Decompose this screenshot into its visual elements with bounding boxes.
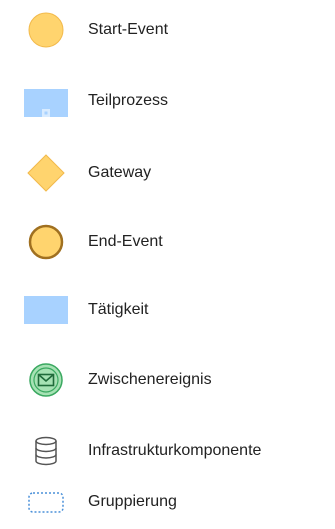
legend-item-group: Gruppierung <box>0 477 335 527</box>
start-event-icon <box>28 12 64 48</box>
legend-item-subprocess: Teilprozess <box>0 76 335 126</box>
legend-item-intermediate-event: Zwischenereignis <box>0 355 335 405</box>
legend-label-intermediate-event: Zwischenereignis <box>88 371 212 388</box>
activity-icon <box>24 296 68 324</box>
legend-label-group: Gruppierung <box>88 493 177 510</box>
legend-label-gateway: Gateway <box>88 164 152 181</box>
end-event-icon <box>28 224 64 260</box>
gateway-icon <box>27 154 65 192</box>
legend-label-infrastructure: Infrastrukturkomponente <box>88 442 262 459</box>
legend-item-gateway: Gateway <box>0 148 335 198</box>
subprocess-icon <box>24 89 68 117</box>
intermediate-event-icon <box>29 363 63 397</box>
legend-item-activity: Tätigkeit <box>0 285 335 335</box>
legend-label-activity: Tätigkeit <box>88 301 149 318</box>
legend-item-infrastructure: Infrastrukturkomponente <box>0 426 335 476</box>
legend-label-subprocess: Teilprozess <box>88 92 169 109</box>
legend-label-start-event: Start-Event <box>88 21 169 38</box>
legend-item-end-event: End-Event <box>0 217 335 267</box>
database-icon <box>35 436 57 466</box>
group-icon <box>28 492 64 513</box>
legend-label-end-event: End-Event <box>88 233 163 250</box>
legend-item-start-event: Start-Event <box>0 5 335 55</box>
